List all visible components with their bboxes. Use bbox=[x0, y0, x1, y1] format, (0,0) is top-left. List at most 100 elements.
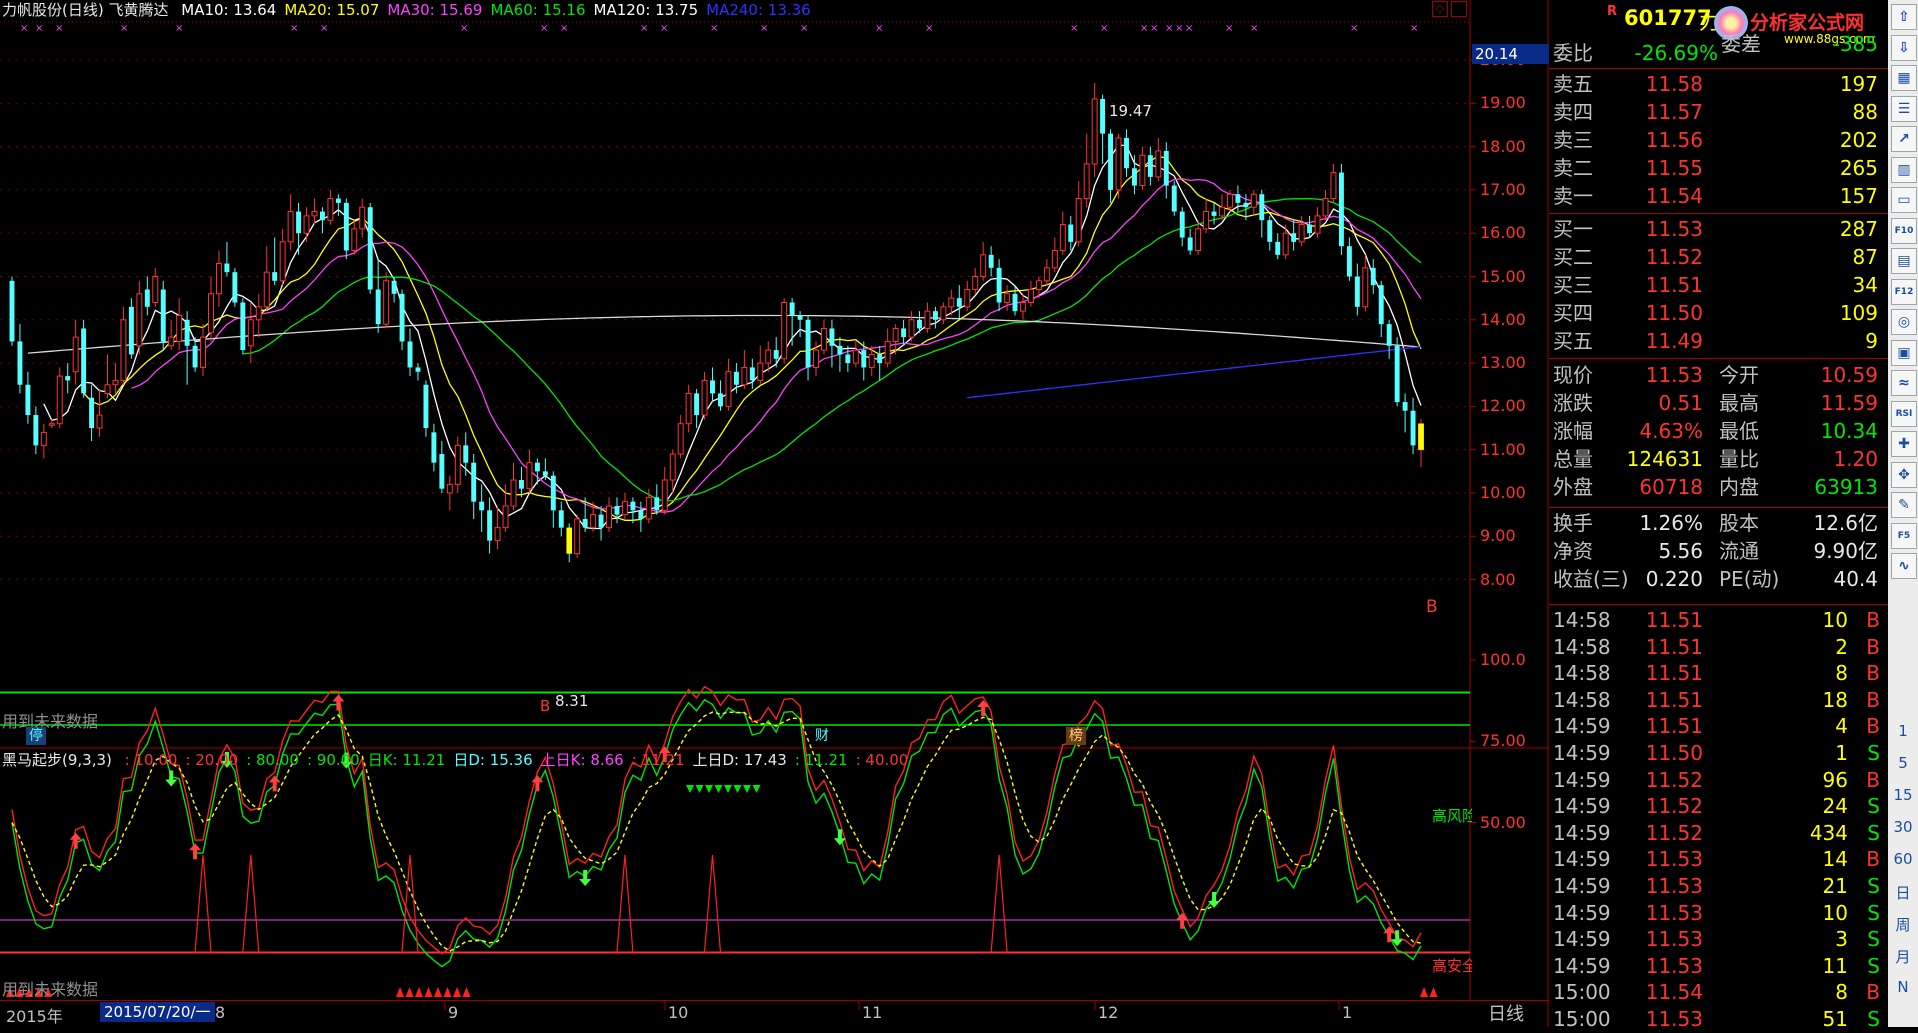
candle[interactable] bbox=[852, 341, 859, 368]
candle[interactable] bbox=[319, 207, 325, 234]
candle[interactable] bbox=[1139, 146, 1146, 190]
highlight-candle[interactable] bbox=[1418, 423, 1424, 450]
candle[interactable] bbox=[956, 285, 962, 320]
period-button[interactable]: N bbox=[1888, 978, 1918, 996]
period-button[interactable]: 月 bbox=[1888, 946, 1918, 967]
candle[interactable] bbox=[48, 419, 55, 429]
candle[interactable] bbox=[908, 311, 915, 342]
candle[interactable] bbox=[574, 514, 581, 558]
candle[interactable] bbox=[272, 237, 278, 286]
candle[interactable] bbox=[81, 319, 87, 398]
candle[interactable] bbox=[1386, 319, 1392, 359]
candle[interactable] bbox=[232, 267, 238, 307]
candle[interactable] bbox=[638, 501, 644, 532]
candle[interactable] bbox=[558, 501, 564, 537]
candle[interactable] bbox=[367, 202, 373, 294]
candle[interactable] bbox=[168, 319, 175, 351]
f12-icon[interactable]: F12 bbox=[1891, 278, 1917, 305]
candle[interactable] bbox=[152, 267, 159, 307]
candle[interactable] bbox=[877, 345, 883, 381]
highlight-candle[interactable] bbox=[566, 527, 573, 554]
close-icon[interactable]: ◇ bbox=[1432, 1, 1448, 17]
table-icon[interactable]: ▦ bbox=[1891, 65, 1917, 91]
candle[interactable] bbox=[654, 484, 660, 515]
candle[interactable] bbox=[821, 319, 827, 355]
candle[interactable] bbox=[247, 302, 254, 364]
pen-icon[interactable]: ✎ bbox=[1891, 492, 1917, 518]
candle[interactable] bbox=[375, 259, 381, 333]
pin-icon[interactable]: ✚ bbox=[1891, 431, 1917, 457]
candle[interactable] bbox=[1219, 194, 1225, 221]
candle[interactable] bbox=[606, 497, 612, 532]
candle[interactable] bbox=[439, 441, 445, 493]
candle[interactable] bbox=[423, 380, 429, 437]
candle[interactable] bbox=[1027, 280, 1034, 307]
period-button[interactable]: 30 bbox=[1888, 818, 1918, 836]
candle[interactable] bbox=[1275, 233, 1281, 260]
candle[interactable] bbox=[1059, 211, 1066, 255]
candle[interactable] bbox=[184, 311, 190, 385]
candle[interactable] bbox=[1259, 189, 1265, 238]
candle[interactable] bbox=[829, 319, 835, 368]
candle[interactable] bbox=[510, 462, 517, 511]
candle[interactable] bbox=[128, 298, 134, 359]
candle[interactable] bbox=[765, 341, 772, 372]
candle[interactable] bbox=[391, 276, 397, 303]
candle[interactable] bbox=[924, 302, 931, 333]
candle[interactable] bbox=[343, 198, 349, 260]
bars-icon[interactable]: ▥ bbox=[1891, 156, 1917, 183]
candle[interactable] bbox=[200, 324, 207, 377]
candle[interactable] bbox=[160, 280, 166, 351]
candle[interactable] bbox=[550, 471, 556, 528]
candle[interactable] bbox=[1131, 155, 1137, 195]
candle[interactable] bbox=[940, 302, 947, 325]
candle[interactable] bbox=[96, 389, 103, 437]
candle[interactable] bbox=[144, 276, 150, 316]
candle[interactable] bbox=[701, 371, 708, 420]
candle[interactable] bbox=[677, 415, 684, 459]
candle[interactable] bbox=[932, 306, 938, 329]
candle[interactable] bbox=[630, 497, 636, 524]
candle[interactable] bbox=[980, 241, 987, 281]
wave-icon[interactable]: ∿ bbox=[1891, 553, 1917, 579]
candle[interactable] bbox=[694, 389, 700, 429]
candle[interactable] bbox=[25, 371, 31, 424]
event-marker-stop[interactable]: 停 bbox=[26, 727, 46, 745]
candle[interactable] bbox=[1402, 393, 1408, 433]
period-button[interactable]: 15 bbox=[1888, 786, 1918, 804]
candle[interactable] bbox=[1322, 189, 1329, 221]
candle[interactable] bbox=[1378, 280, 1384, 338]
candle[interactable] bbox=[446, 475, 453, 511]
candle[interactable] bbox=[710, 367, 715, 403]
trend-icon[interactable]: ↗ bbox=[1891, 126, 1917, 152]
arrow-up-icon[interactable]: ⇧ bbox=[1891, 4, 1917, 30]
period-button[interactable]: 周 bbox=[1888, 914, 1918, 935]
candle[interactable] bbox=[988, 246, 994, 277]
candle[interactable] bbox=[1051, 237, 1058, 273]
candle[interactable] bbox=[311, 198, 318, 225]
candle[interactable] bbox=[781, 298, 788, 364]
candle[interactable] bbox=[725, 358, 732, 411]
candle[interactable] bbox=[1155, 137, 1162, 182]
candle[interactable] bbox=[255, 293, 262, 338]
candle[interactable] bbox=[614, 497, 620, 524]
candle[interactable] bbox=[1147, 146, 1153, 186]
candle[interactable] bbox=[296, 202, 302, 255]
candle[interactable] bbox=[112, 363, 119, 394]
chart-icon[interactable]: ≈ bbox=[1891, 370, 1917, 396]
candle[interactable] bbox=[1394, 337, 1400, 407]
candle[interactable] bbox=[463, 432, 469, 476]
event-marker-rank[interactable]: 榜 bbox=[1066, 727, 1086, 745]
candle[interactable] bbox=[351, 220, 358, 255]
candle[interactable] bbox=[56, 367, 63, 429]
candle[interactable] bbox=[1203, 198, 1210, 234]
candle[interactable] bbox=[192, 337, 198, 372]
candle[interactable] bbox=[1362, 254, 1369, 312]
candle[interactable] bbox=[1314, 207, 1321, 238]
candle[interactable] bbox=[72, 319, 79, 385]
candle[interactable] bbox=[1179, 207, 1185, 247]
candle[interactable] bbox=[621, 493, 628, 519]
candle[interactable] bbox=[487, 497, 493, 554]
list-icon[interactable]: ☰ bbox=[1891, 95, 1917, 122]
candle[interactable] bbox=[518, 467, 524, 498]
